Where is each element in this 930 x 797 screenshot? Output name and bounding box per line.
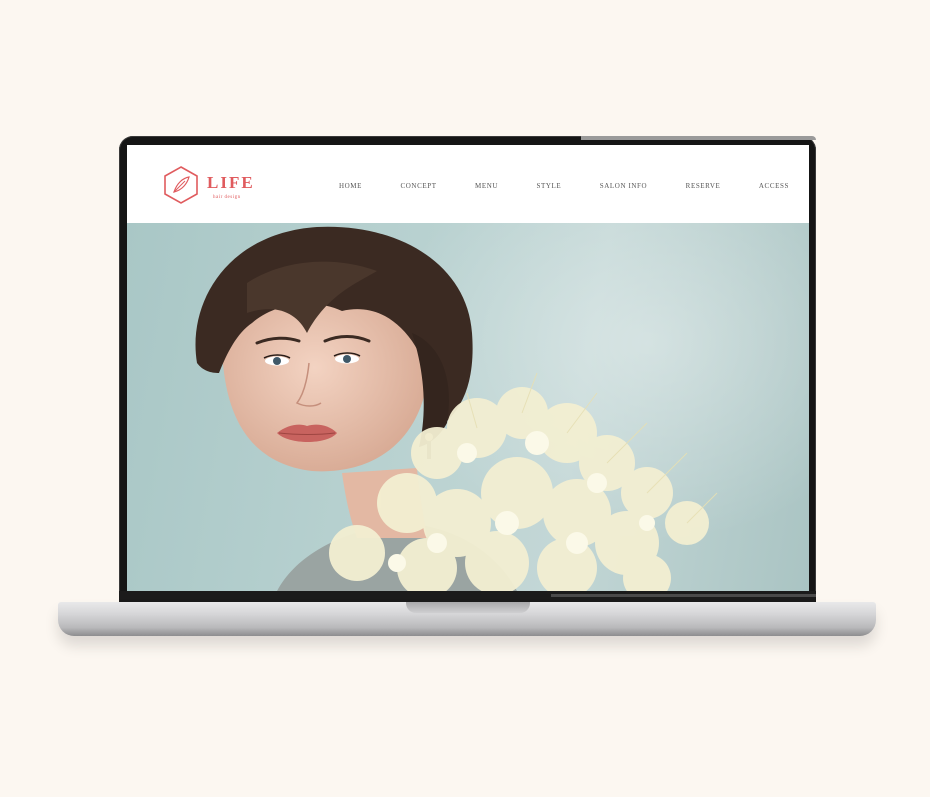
nav-concept[interactable]: CONCEPT — [400, 182, 436, 190]
nav-style[interactable]: STYLE — [537, 182, 562, 190]
nav-menu[interactable]: MENU — [475, 182, 498, 190]
laptop-screen: LIFE hair design HOME CONCEPT MENU STYLE… — [127, 145, 809, 591]
hero-illustration — [195, 223, 809, 591]
site-logo[interactable]: LIFE hair design — [161, 163, 271, 207]
main-nav: HOME CONCEPT MENU STYLE SALON INFO RESER… — [339, 179, 789, 193]
laptop-notch — [406, 602, 530, 613]
logo-text: LIFE — [207, 173, 255, 192]
hinge-highlight — [551, 594, 816, 597]
laptop-lower-bezel — [119, 591, 816, 602]
logo-subtext: hair design — [213, 195, 241, 200]
nav-salon-info[interactable]: SALON INFO — [600, 182, 647, 190]
nav-access[interactable]: ACCESS — [759, 182, 789, 190]
nav-reserve[interactable]: RESERVE — [686, 182, 721, 190]
nav-home[interactable]: HOME — [339, 182, 362, 190]
site-header: LIFE hair design HOME CONCEPT MENU STYLE… — [127, 145, 809, 223]
lid-sheen — [581, 136, 816, 140]
hero-image — [127, 223, 809, 591]
hexagon-leaf-icon — [164, 166, 198, 204]
